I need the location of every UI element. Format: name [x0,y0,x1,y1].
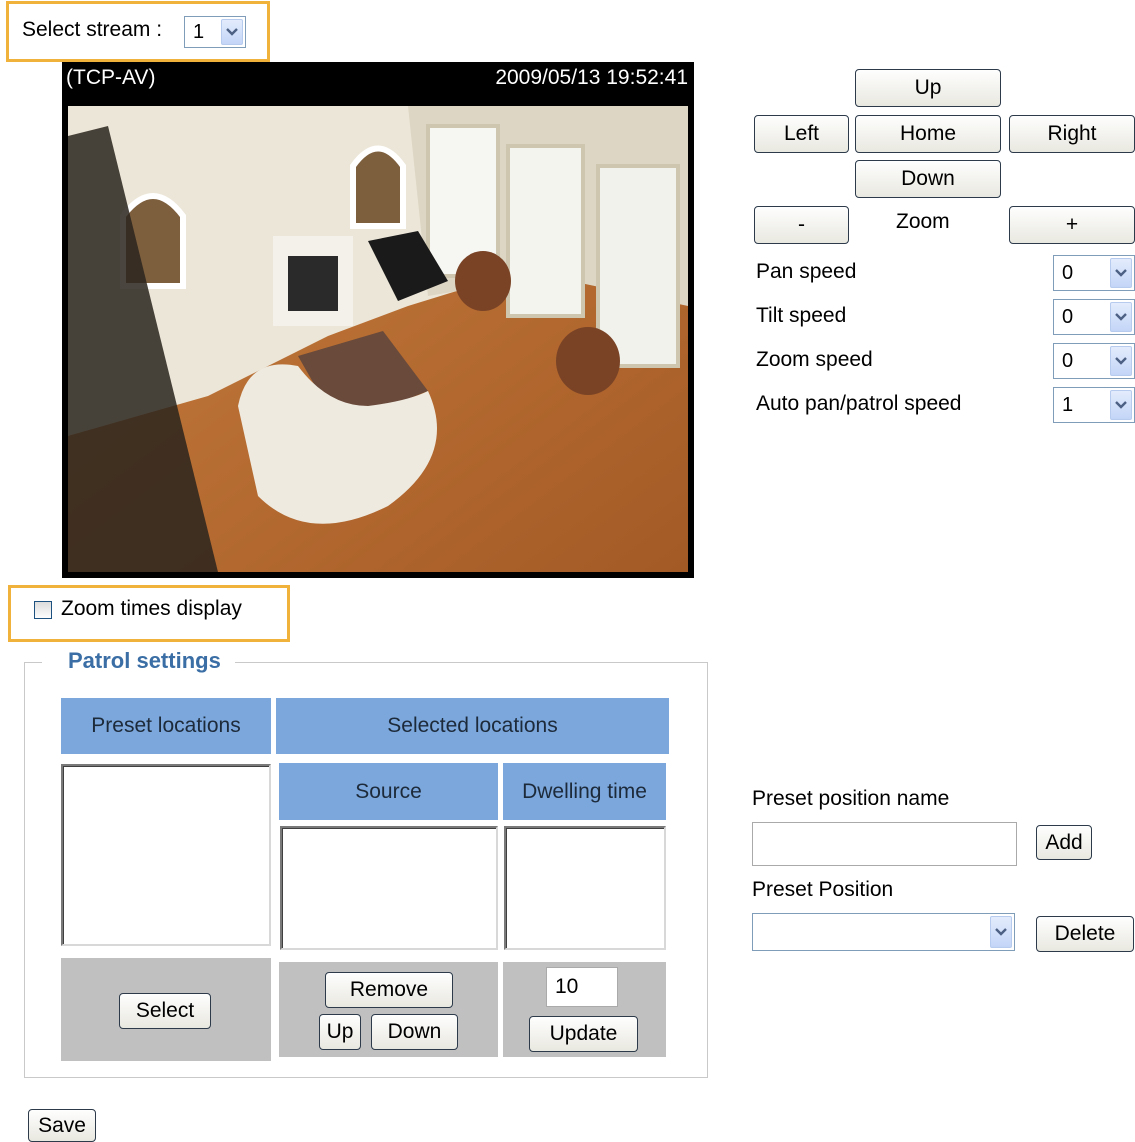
pan-speed-value: 0 [1062,261,1074,284]
tilt-speed-select[interactable]: 0 [1053,299,1135,335]
preset-locations-header: Preset locations [61,698,271,754]
zoom-label: Zoom [896,210,950,233]
video-viewer[interactable]: (TCP-AV) 2009/05/13 19:52:41 [62,62,694,578]
ptz-left-button[interactable]: Left [754,115,849,153]
delete-preset-button[interactable]: Delete [1036,916,1134,952]
preset-position-label: Preset Position [752,878,894,901]
select-button[interactable]: Select [119,993,211,1029]
tilt-speed-label: Tilt speed [756,304,847,327]
chevron-down-icon [1110,258,1132,288]
move-up-button[interactable]: Up [319,1014,361,1050]
ptz-down-button[interactable]: Down [855,160,1001,198]
move-down-button[interactable]: Down [371,1014,458,1050]
zoom-times-checkbox[interactable] [34,601,52,619]
stream-select-value: 1 [193,20,205,43]
chevron-down-icon [1110,390,1132,420]
ptz-home-button[interactable]: Home [855,115,1001,153]
pan-speed-select[interactable]: 0 [1053,255,1135,291]
zoom-in-button[interactable]: + [1009,206,1135,244]
video-info-bar: (TCP-AV) 2009/05/13 19:52:41 [62,62,694,98]
select-stream-label: Select stream : [22,18,163,41]
live-video-image [68,106,688,572]
chevron-down-icon [1110,346,1132,376]
chevron-down-icon [990,916,1012,948]
ptz-right-button[interactable]: Right [1009,115,1135,153]
preset-position-select[interactable] [752,913,1015,951]
ptz-up-button[interactable]: Up [855,69,1001,107]
pan-speed-label: Pan speed [756,260,857,283]
source-header: Source [279,763,498,820]
preset-position-name-label: Preset position name [752,787,950,810]
video-timestamp: 2009/05/13 19:52:41 [495,66,688,89]
dwelling-time-input[interactable]: 10 [546,967,618,1007]
zoom-speed-select[interactable]: 0 [1053,343,1135,379]
tilt-speed-value: 0 [1062,305,1074,328]
save-button[interactable]: Save [28,1109,96,1142]
zoom-out-button[interactable]: - [754,206,849,244]
remove-button[interactable]: Remove [325,972,453,1008]
add-preset-button[interactable]: Add [1036,825,1092,860]
source-list[interactable] [280,826,498,950]
preset-position-name-input[interactable] [752,822,1017,866]
video-protocol: (TCP-AV) [66,66,156,89]
zoom-speed-label: Zoom speed [756,348,873,371]
zoom-times-label: Zoom times display [61,597,242,620]
chevron-down-icon [221,19,243,45]
update-button[interactable]: Update [529,1016,638,1052]
auto-pan-speed-value: 1 [1062,393,1074,416]
dwelling-time-header: Dwelling time [503,763,666,820]
selected-locations-header: Selected locations [276,698,669,754]
preset-locations-list[interactable] [61,764,271,946]
chevron-down-icon [1110,302,1132,332]
stream-select[interactable]: 1 [184,16,246,48]
auto-pan-speed-select[interactable]: 1 [1053,387,1135,423]
zoom-speed-value: 0 [1062,349,1074,372]
dwelling-time-list[interactable] [504,826,666,950]
patrol-settings-title: Patrol settings [42,648,235,674]
auto-pan-speed-label: Auto pan/patrol speed [756,392,962,415]
